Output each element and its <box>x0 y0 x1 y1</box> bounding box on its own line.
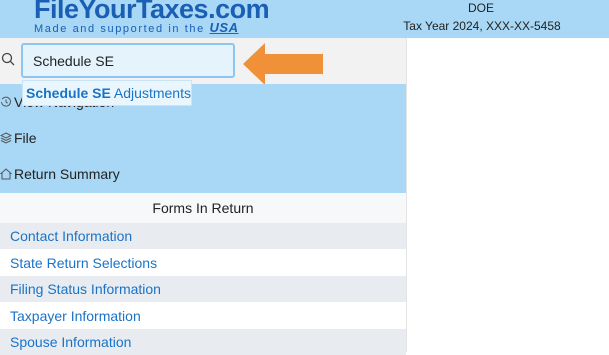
forms-in-return-heading: Forms In Return <box>0 193 406 223</box>
form-link-contact-information[interactable]: Contact Information <box>0 223 406 249</box>
logo-tagline: Made and supported in the USA <box>34 20 269 35</box>
menu-item-label: Return Summary <box>14 166 120 182</box>
home-icon <box>0 168 12 180</box>
panel-divider <box>406 38 407 352</box>
app-header: FileYourTaxes.com Made and supported in … <box>0 0 609 38</box>
menu-item-file[interactable]: File <box>0 128 37 148</box>
search-icon[interactable] <box>1 52 15 66</box>
search-suggestion[interactable]: Schedule SE Adjustments <box>22 80 192 106</box>
taxpayer-name: DOE <box>467 1 494 15</box>
suggestion-match: Schedule SE <box>26 85 111 101</box>
search-input[interactable] <box>21 43 235 78</box>
left-arrow-annotation <box>243 43 323 85</box>
form-link-spouse-information[interactable]: Spouse Information <box>0 329 406 355</box>
search-bar <box>0 38 406 84</box>
suggestion-rest: Adjustments <box>110 85 191 101</box>
menu-item-label: File <box>14 130 37 146</box>
form-link-state-return-selections[interactable]: State Return Selections <box>0 250 406 276</box>
history-icon <box>1 96 11 107</box>
site-logo[interactable]: FileYourTaxes.com Made and supported in … <box>34 0 270 35</box>
logo-tagline-text: Made and supported in the <box>34 23 205 35</box>
tax-year-info: Tax Year 2024, XXX-XX-5458 <box>403 19 561 33</box>
form-link-filing-status-information[interactable]: Filing Status Information <box>0 276 406 302</box>
form-link-taxpayer-information[interactable]: Taxpayer Information <box>0 303 406 329</box>
menu-item-return-summary[interactable]: Return Summary <box>0 164 120 184</box>
logo-usa: USA <box>209 20 239 35</box>
layers-icon <box>0 132 12 144</box>
